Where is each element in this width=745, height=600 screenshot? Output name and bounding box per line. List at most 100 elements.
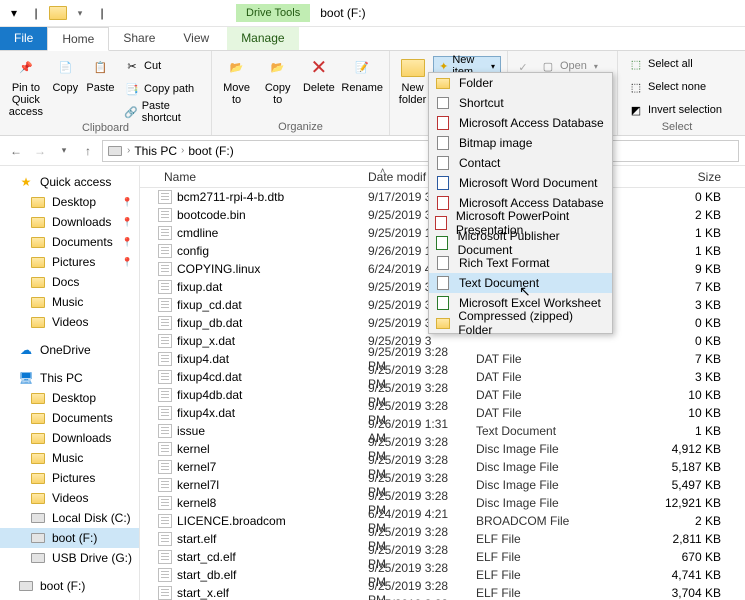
tree-item[interactable]: Pictures <box>0 468 139 488</box>
col-name[interactable]: Name <box>140 170 360 184</box>
drive-icon <box>30 551 46 565</box>
file-icon <box>158 514 172 528</box>
shortcut-icon: 🔗 <box>124 104 138 120</box>
tree-item[interactable]: Downloads <box>0 428 139 448</box>
tree-item[interactable]: Pictures📍 <box>0 252 139 272</box>
menu-item[interactable]: Microsoft Word Document <box>429 173 612 193</box>
folder-icon <box>435 315 450 331</box>
sparkle-icon: ✦ <box>439 60 448 73</box>
red-icon <box>435 115 451 131</box>
file-icon <box>158 586 172 600</box>
menu-item[interactable]: Contact <box>429 153 612 173</box>
qat-folder-icon[interactable] <box>48 3 68 23</box>
tree-item[interactable]: Documents <box>0 408 139 428</box>
file-icon <box>158 424 172 438</box>
qat-overflow-icon[interactable]: ▾ <box>70 3 90 23</box>
select-all-button[interactable]: ⬚Select all <box>624 54 726 74</box>
folder-icon <box>30 411 46 425</box>
tab-view[interactable]: View <box>169 27 223 50</box>
tree-item[interactable]: Downloads📍 <box>0 212 139 232</box>
chevron-right-icon: › <box>181 145 184 156</box>
qat-dropdown-icon[interactable]: ▾ <box>4 3 24 23</box>
copy-path-button[interactable]: 📑Copy path <box>120 79 205 99</box>
ribbon: 📌 Pin to Quick access 📄 Copy 📋 Paste ✂Cu… <box>0 51 745 136</box>
cut-button[interactable]: ✂Cut <box>120 56 205 76</box>
file-icon <box>158 460 172 474</box>
grn-icon <box>435 235 450 251</box>
copy-button[interactable]: 📄 Copy <box>50 53 81 122</box>
folder-icon <box>30 235 46 249</box>
doc-icon <box>435 275 451 291</box>
tab-home[interactable]: Home <box>47 27 109 51</box>
invert-icon: ◩ <box>628 102 644 118</box>
file-icon <box>158 370 172 384</box>
tab-file[interactable]: File <box>0 27 47 50</box>
tree-item[interactable]: boot (F:) <box>0 528 139 548</box>
delete-button[interactable]: ✕ Delete <box>300 53 337 121</box>
select-none-button[interactable]: ⬚Select none <box>624 77 726 97</box>
file-icon <box>158 478 172 492</box>
breadcrumb[interactable]: › This PC › boot (F:) <box>102 140 739 162</box>
tree-item[interactable]: ★Quick access <box>0 172 139 192</box>
up-button[interactable]: ↑ <box>78 141 98 161</box>
tree-item[interactable]: USB Drive (G:) <box>0 548 139 568</box>
menu-item[interactable]: Folder <box>429 73 612 93</box>
folder-icon <box>30 195 46 209</box>
tree-item[interactable]: Local Disk (C:) <box>0 508 139 528</box>
red-icon <box>435 195 451 211</box>
crumb-this-pc[interactable]: This PC <box>134 144 177 158</box>
back-button[interactable]: ← <box>6 141 26 161</box>
new-folder-button[interactable]: New folder <box>396 53 429 135</box>
rename-button[interactable]: 📝 Rename <box>341 53 383 121</box>
file-icon <box>158 316 172 330</box>
tree-item[interactable]: Docs <box>0 272 139 292</box>
copy-to-button[interactable]: 📂 Copy to <box>259 53 296 121</box>
pin-icon: 📌 <box>12 56 40 80</box>
tree-item[interactable]: Music <box>0 292 139 312</box>
menu-item[interactable]: Shortcut <box>429 93 612 113</box>
tree-item[interactable]: boot (F:) <box>0 576 139 596</box>
tab-manage[interactable]: Manage <box>227 27 298 50</box>
folder-icon <box>30 215 46 229</box>
doc-icon <box>435 135 451 151</box>
new-folder-icon <box>399 56 427 80</box>
file-icon <box>158 280 172 294</box>
copyto-icon: 📂 <box>264 56 292 80</box>
move-to-button[interactable]: 📂 Move to <box>218 53 255 121</box>
menu-item[interactable]: Bitmap image <box>429 133 612 153</box>
tree-item[interactable]: Music <box>0 448 139 468</box>
recent-locations-button[interactable]: ▾ <box>54 141 74 161</box>
file-icon <box>158 208 172 222</box>
crumb-location[interactable]: boot (F:) <box>188 144 233 158</box>
tree-item[interactable]: ☁OneDrive <box>0 340 139 360</box>
tree-item[interactable]: Videos <box>0 488 139 508</box>
tree-item[interactable]: Desktop📍 <box>0 192 139 212</box>
select-none-icon: ⬚ <box>628 79 644 95</box>
invert-selection-button[interactable]: ◩Invert selection <box>624 100 726 120</box>
file-icon <box>158 532 172 546</box>
paste-button[interactable]: 📋 Paste <box>85 53 116 122</box>
menu-item[interactable]: Microsoft Access Database <box>429 113 612 133</box>
menu-item[interactable]: Compressed (zipped) Folder <box>429 313 612 333</box>
file-icon <box>158 334 172 348</box>
paste-shortcut-button[interactable]: 🔗Paste shortcut <box>120 102 205 122</box>
menu-item[interactable]: Text Document <box>429 273 612 293</box>
folder-icon <box>30 431 46 445</box>
folder-icon <box>30 275 46 289</box>
forward-button[interactable]: → <box>30 141 50 161</box>
drive-icon <box>18 579 34 593</box>
drive-icon <box>30 531 46 545</box>
shortcut-icon <box>435 95 451 111</box>
tab-share[interactable]: Share <box>109 27 169 50</box>
pin-quick-access-button[interactable]: 📌 Pin to Quick access <box>6 53 46 122</box>
file-icon <box>158 190 172 204</box>
pc-icon: 🖥 <box>18 371 34 385</box>
tree-item[interactable]: Documents📍 <box>0 232 139 252</box>
file-icon <box>158 298 172 312</box>
tree-item[interactable]: Desktop <box>0 388 139 408</box>
folder-icon <box>30 471 46 485</box>
tree-item[interactable]: Videos <box>0 312 139 332</box>
rename-icon: 📝 <box>348 56 376 80</box>
folder-icon <box>30 451 46 465</box>
tree-item[interactable]: 🖥This PC <box>0 368 139 388</box>
